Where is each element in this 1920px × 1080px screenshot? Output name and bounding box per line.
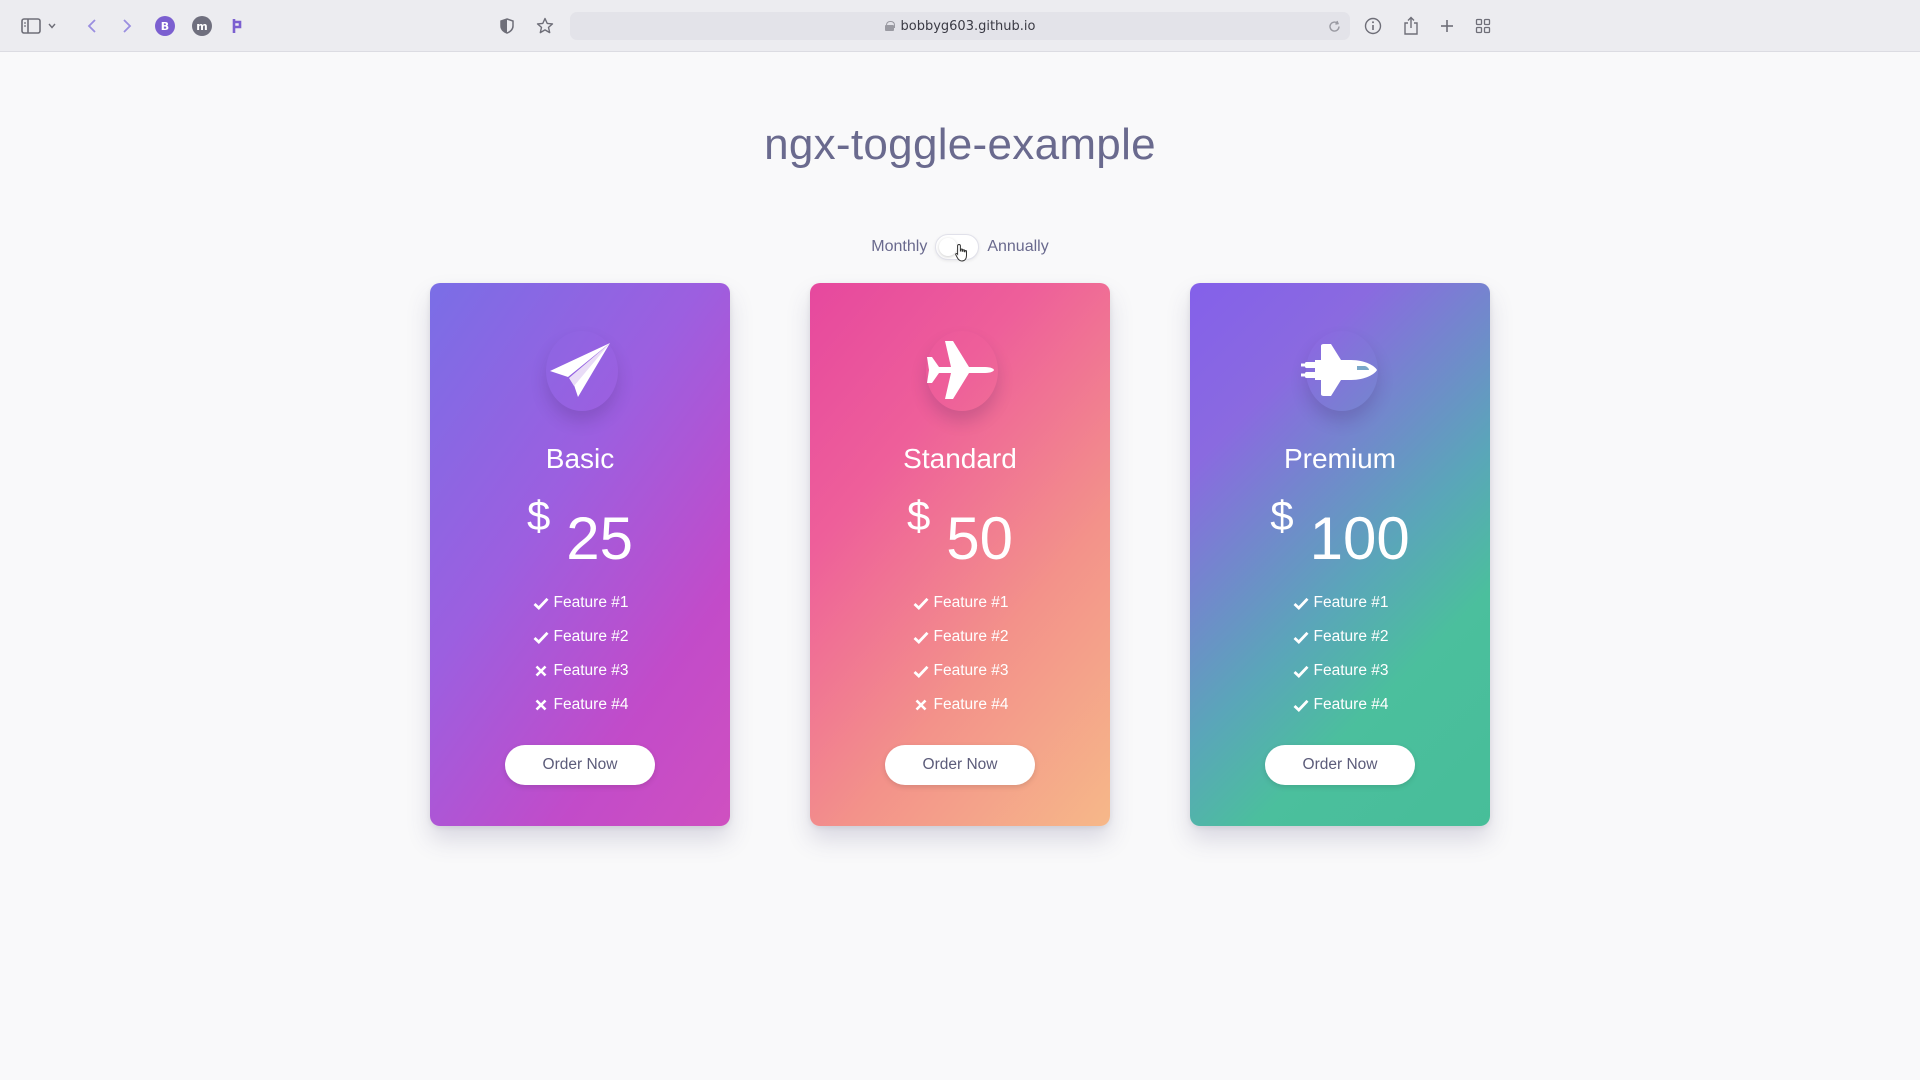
- lock-icon: [884, 21, 895, 31]
- star-icon[interactable]: [530, 11, 560, 41]
- feature-item: Feature #1: [810, 586, 1110, 620]
- feature-label: Feature #4: [1313, 696, 1389, 713]
- feature-item: Feature #1: [1190, 586, 1490, 620]
- check-icon: [532, 629, 550, 645]
- plan-card-premium: Premium $ 100 Feature #1 Feature #2 Feat…: [1190, 283, 1490, 826]
- feature-item: Feature #4: [430, 688, 730, 722]
- feature-item: Feature #3: [1190, 654, 1490, 688]
- address-bar[interactable]: bobbyg603.github.io: [570, 12, 1350, 40]
- order-now-button[interactable]: Order Now: [1265, 745, 1415, 785]
- price-amount: 100: [1309, 505, 1410, 572]
- plan-price: $ 100: [1190, 488, 1490, 573]
- back-icon[interactable]: [77, 11, 107, 41]
- feature-item: Feature #4: [810, 688, 1110, 722]
- feature-list: Feature #1 Feature #2 Feature #3 Feature…: [430, 586, 730, 722]
- browser-toolbar: B m bobbyg603.github.io: [0, 0, 1920, 52]
- feature-label: Feature #1: [553, 594, 629, 611]
- info-icon[interactable]: [1358, 11, 1388, 41]
- currency-symbol: $: [526, 492, 551, 539]
- plan-icon-container: [910, 325, 1010, 415]
- feature-label: Feature #3: [1313, 662, 1389, 679]
- plan-card-basic: Basic $ 25 Feature #1 Feature #2 Feature…: [430, 283, 730, 826]
- order-now-button[interactable]: Order Now: [885, 745, 1035, 785]
- check-icon: [1292, 595, 1310, 611]
- plan-name: Premium: [1283, 443, 1396, 474]
- toggle-label-monthly[interactable]: Monthly: [871, 238, 927, 256]
- share-icon[interactable]: [1396, 11, 1426, 41]
- chevron-down-icon[interactable]: [44, 11, 60, 41]
- plan-icon-container: [530, 325, 630, 415]
- feature-label: Feature #4: [553, 696, 629, 713]
- feature-label: Feature #2: [933, 628, 1009, 645]
- feature-item: Feature #3: [810, 654, 1110, 688]
- hand-cursor-icon: [955, 243, 968, 262]
- billing-toggle[interactable]: [935, 234, 980, 262]
- plane-icon: [927, 341, 994, 399]
- extension-bookmark-icon[interactable]: [223, 11, 253, 41]
- page-title: ngx-toggle-example: [764, 120, 1156, 169]
- feature-label: Feature #2: [553, 628, 629, 645]
- feature-label: Feature #1: [1313, 594, 1389, 611]
- plan-price: $ 25: [430, 488, 730, 573]
- check-icon: [532, 595, 550, 611]
- plan-card-standard: Standard $ 50 Feature #1 Feature #2 Feat…: [810, 283, 1110, 826]
- feature-item: Feature #3: [430, 654, 730, 688]
- extension-m-icon[interactable]: m: [187, 11, 217, 41]
- price-amount: 50: [946, 505, 1014, 572]
- check-icon: [912, 663, 930, 679]
- feature-item: Feature #2: [810, 620, 1110, 654]
- paper-plane-icon: [550, 343, 610, 397]
- plan-name: Basic: [545, 443, 615, 474]
- feature-item: Feature #1: [430, 586, 730, 620]
- order-now-button[interactable]: Order Now: [505, 745, 655, 785]
- new-tab-icon[interactable]: [1432, 11, 1462, 41]
- feature-label: Feature #1: [933, 594, 1009, 611]
- extension-b-icon[interactable]: B: [150, 11, 180, 41]
- forward-icon[interactable]: [112, 11, 142, 41]
- currency-symbol: $: [906, 492, 931, 539]
- check-icon: [1292, 663, 1310, 679]
- cross-icon: [912, 697, 930, 713]
- currency-symbol: $: [1270, 492, 1294, 539]
- feature-item: Feature #2: [430, 620, 730, 654]
- feature-label: Feature #3: [933, 662, 1009, 679]
- check-icon: [1292, 629, 1310, 645]
- feature-label: Feature #3: [553, 662, 629, 679]
- feature-item: Feature #4: [1190, 688, 1490, 722]
- tab-overview-icon[interactable]: [1468, 11, 1498, 41]
- check-icon: [912, 595, 930, 611]
- feature-list: Feature #1 Feature #2 Feature #3 Feature…: [810, 586, 1110, 722]
- url-text: bobbyg603.github.io: [900, 18, 1036, 34]
- space-shuttle-icon: [1301, 344, 1377, 396]
- toggle-label-annually[interactable]: Annually: [987, 238, 1048, 256]
- shield-icon[interactable]: [492, 11, 522, 41]
- cross-icon: [532, 697, 550, 713]
- check-icon: [912, 629, 930, 645]
- plan-name: Standard: [903, 443, 1017, 474]
- feature-list: Feature #1 Feature #2 Feature #3 Feature…: [1190, 586, 1490, 722]
- price-amount: 25: [566, 505, 634, 572]
- reload-icon[interactable]: [1324, 16, 1344, 36]
- feature-label: Feature #2: [1313, 628, 1389, 645]
- plan-price: $ 50: [810, 488, 1110, 573]
- feature-label: Feature #4: [933, 696, 1009, 713]
- billing-toggle-row: Monthly Annually: [0, 232, 1920, 262]
- pricing-cards: Basic $ 25 Feature #1 Feature #2 Feature…: [430, 283, 1490, 828]
- sidebar-toggle-icon[interactable]: [16, 11, 46, 41]
- feature-item: Feature #2: [1190, 620, 1490, 654]
- plan-icon-container: [1290, 325, 1390, 415]
- cross-icon: [532, 663, 550, 679]
- check-icon: [1292, 697, 1310, 713]
